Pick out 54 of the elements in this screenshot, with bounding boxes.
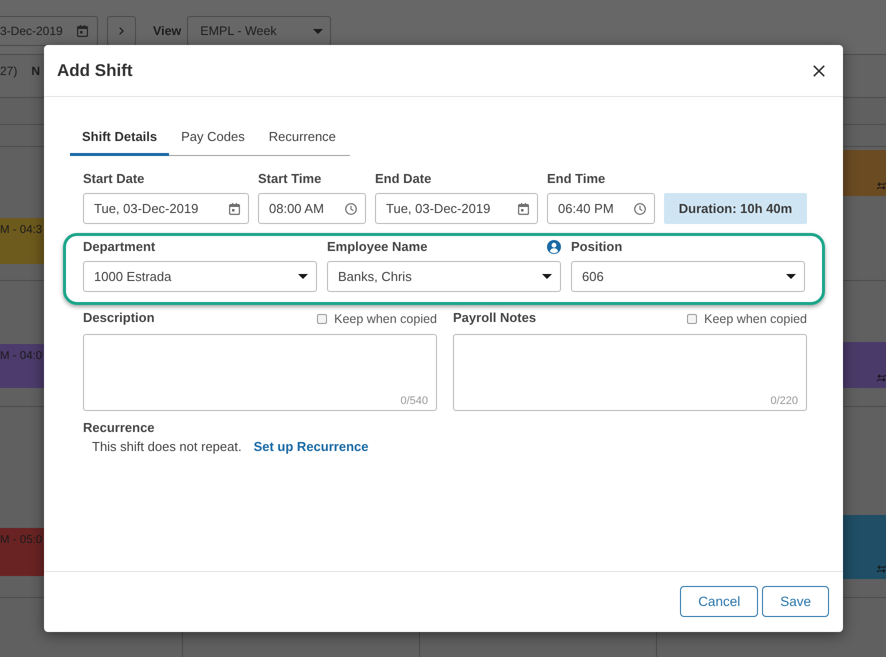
field-label: Start Date [83,171,146,187]
clock-icon [634,202,646,214]
calendar-icon [518,202,529,214]
field-label: Employee Name [327,239,428,255]
field-label: Payroll Notes [453,310,536,326]
date-field[interactable]: Tue, 03-Dec-2019 [83,193,249,224]
dropdown-field[interactable]: 606 [571,261,805,292]
field-label: End Time [547,171,606,187]
tab[interactable]: Shift Details [70,122,170,156]
checkbox-label: Keep when copied [704,312,807,326]
field-label: Department [83,239,156,255]
dialog-title: Add Shift [57,60,133,80]
repeat-icon [877,565,886,573]
time-field[interactable]: 06:40 PM [547,193,655,224]
field-label: End Date [375,171,432,187]
checkbox-label: Keep when copied [334,312,437,326]
recurrence-text: This shift does not repeat. [92,439,242,454]
chevron-right-icon [119,27,124,35]
repeat-icon [877,182,886,190]
header-text: 27) [0,64,18,78]
repeat-icon [877,374,886,382]
character-counter: 0/540 [400,395,428,407]
person-icon[interactable] [547,240,561,254]
shift-time: M - 04:3 [0,224,42,236]
time-field[interactable]: 08:00 AM [258,193,366,224]
field-label: Start Time [258,171,322,187]
caret-icon [786,274,796,279]
close-icon [813,64,825,76]
caret-icon [313,28,324,34]
caret-icon [542,274,552,279]
character-counter: 0/220 [770,395,798,407]
calendar-icon [229,202,240,214]
header-text: N [31,64,40,78]
date-field[interactable]: Tue, 03-Dec-2019 [375,193,538,224]
close-button[interactable] [813,64,825,76]
tab[interactable]: Recurrence [256,122,348,156]
caret-icon [298,274,308,279]
save-button[interactable]: Save [762,586,829,617]
shift-time: M - 05:0 [0,534,42,546]
duration-badge: Duration: 10h 40m [664,193,807,224]
setup-recurrence-link[interactable]: Set up Recurrence [254,439,368,454]
checkbox[interactable] [687,314,698,324]
tab[interactable]: Pay Codes [169,122,257,156]
dropdown-field[interactable]: 1000 Estrada [83,261,317,292]
clock-icon [345,202,357,214]
checkbox[interactable] [317,314,328,324]
field-label: Position [571,239,622,255]
shift-time: M - 04:0 [0,350,42,362]
cancel-button[interactable]: Cancel [680,586,758,617]
field-label: Description [83,310,155,326]
calendar-icon [77,25,88,37]
field-label: Recurrence [83,420,155,436]
dropdown-field[interactable]: Banks, Chris [327,261,561,292]
view-label: View [153,23,182,40]
